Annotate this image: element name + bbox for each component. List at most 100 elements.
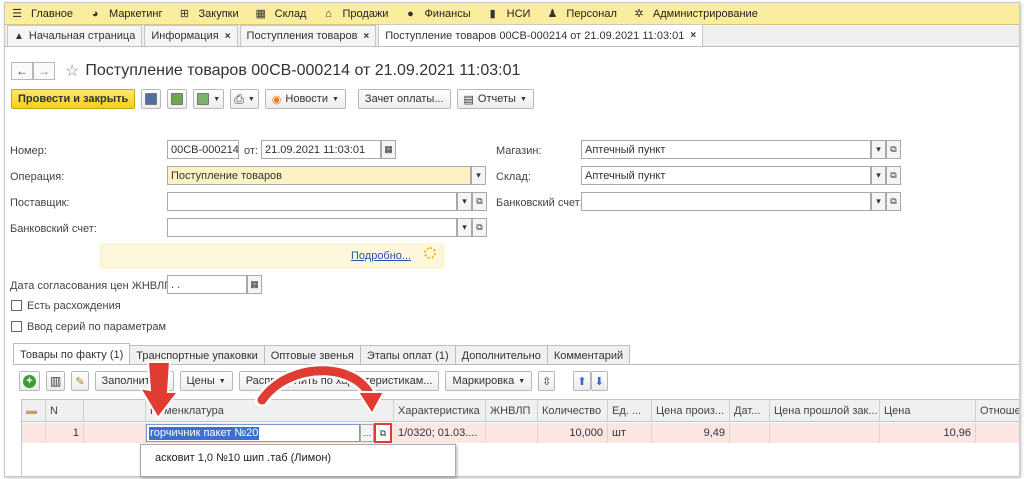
tab-additional[interactable]: Дополнительно (454, 345, 548, 365)
column-header-characteristic[interactable]: Характеристика (394, 400, 486, 422)
barcode-button[interactable]: ▥ (46, 371, 66, 391)
menu-item-7[interactable]: ♟ Персонал (546, 7, 617, 21)
operation-label: Операция: (10, 171, 65, 183)
close-icon[interactable]: × (363, 31, 369, 42)
create-based-on-button[interactable]: ▼ (193, 89, 225, 109)
tab-transport-packages[interactable]: Транспортные упаковки (129, 345, 265, 365)
menu-item-3[interactable]: ▦ Склад (255, 8, 306, 21)
column-header-price[interactable]: Цена (880, 400, 976, 422)
price-date-calendar-button[interactable]: ▦ (247, 275, 262, 294)
tab-receipt-document[interactable]: Поступление товаров 00СВ-000214 от 21.09… (378, 24, 704, 46)
back-button[interactable]: ← (11, 62, 33, 80)
store-open-button[interactable]: ⧉ (886, 140, 901, 159)
column-header-unit[interactable]: Ед. ... (608, 400, 652, 422)
table-row[interactable]: 1 горчичник пакет №20 … ⧉ 1/0320; 01.03.… (22, 423, 1019, 443)
prices-button[interactable]: Цены ▼ (179, 371, 233, 391)
warehouse-icon: ▦ (255, 8, 266, 20)
series-checkbox[interactable] (11, 321, 22, 332)
post-button[interactable] (167, 89, 188, 109)
nomenclature-input[interactable]: горчичник пакет №20 (146, 424, 360, 442)
bank-account-field[interactable] (167, 218, 457, 237)
column-header-last-purchase-price[interactable]: Цена прошлой зак... (770, 400, 880, 422)
warehouse-open-button[interactable]: ⧉ (886, 166, 901, 185)
operation-field[interactable]: Поступление товаров (167, 166, 471, 185)
forward-button[interactable]: → (33, 62, 55, 80)
tab-divider (13, 364, 1019, 365)
column-header-date[interactable]: Дат... (730, 400, 770, 422)
arrow-down-icon: ⬇ (594, 375, 604, 388)
price-date-field[interactable]: . . (167, 275, 247, 294)
warehouse-dropdown-button[interactable]: ▾ (871, 166, 886, 185)
date-field[interactable]: 21.09.2021 11:03:01 (261, 140, 381, 159)
title-row: ← → ☆ Поступление товаров 00СВ-000214 от… (11, 61, 520, 81)
close-icon[interactable]: × (225, 31, 231, 42)
tab-receipts-list[interactable]: Поступления товаров × (239, 25, 377, 46)
tab-information[interactable]: Информация × (144, 25, 238, 46)
nomenclature-open-button[interactable]: ⧉ (374, 423, 392, 443)
print-button[interactable]: ⎙ ▼ (230, 89, 259, 109)
tab-wholesale-links[interactable]: Оптовые звенья (263, 345, 361, 365)
column-header-manufacturer-price[interactable]: Цена произ... (652, 400, 730, 422)
warehouse-field[interactable]: Аптечный пункт (581, 166, 871, 185)
save-icon (145, 93, 158, 105)
row-blank-cell (84, 423, 146, 443)
edit-button[interactable]: ✎ (71, 371, 89, 391)
close-icon[interactable]: × (690, 30, 696, 41)
favorite-star-icon[interactable]: ☆ (65, 61, 79, 81)
chevron-down-icon: ▼ (331, 95, 339, 103)
bank-account-2-open-button[interactable]: ⧉ (886, 192, 901, 211)
menu-item-0[interactable]: ☰ Главное (11, 8, 73, 21)
menu-item-4[interactable]: ⌂ Продажи (322, 8, 388, 20)
bank-account-dropdown-button[interactable]: ▾ (457, 218, 472, 237)
column-header-blank[interactable] (84, 400, 146, 422)
tab-payment-stages[interactable]: Этапы оплат (1) (359, 345, 456, 365)
payment-offset-button[interactable]: Зачет оплаты... (357, 89, 451, 109)
column-header-ratio[interactable]: Отношен (976, 400, 1019, 422)
tab-home[interactable]: ▲ Начальная страница (7, 25, 143, 46)
save-button[interactable] (141, 89, 162, 109)
column-header-vital-drugs[interactable]: ЖНВЛП (486, 400, 538, 422)
menu-item-2[interactable]: ⊞ Закупки (179, 8, 239, 21)
supplier-dropdown-button[interactable]: ▾ (457, 192, 472, 211)
store-dropdown-button[interactable]: ▾ (871, 140, 886, 159)
tab-goods-actual[interactable]: Товары по факту (1) (13, 343, 131, 365)
post-and-close-button[interactable]: Провести и закрыть (11, 89, 136, 109)
column-header-n[interactable]: N (46, 400, 84, 422)
menu-item-label: Продажи (342, 7, 389, 20)
operation-dropdown-button[interactable]: ▾ (471, 166, 486, 185)
details-link[interactable]: Подробно... (351, 250, 411, 262)
fill-button[interactable]: Заполнить ▼ (94, 371, 174, 391)
menu-item-label: Персонал (566, 7, 617, 20)
move-down-button[interactable]: ⬇ (590, 371, 608, 391)
autocomplete-option[interactable]: асковит 1,0 №10 шип .таб (Лимон) (155, 452, 331, 464)
chevron-down-icon: ▼ (218, 377, 226, 385)
open-icon: ⧉ (476, 222, 483, 232)
menu-item-label: Администрирование (652, 7, 758, 20)
menu-item-5[interactable]: ● Финансы (404, 8, 471, 20)
tab-comment[interactable]: Комментарий (546, 345, 631, 365)
bank-account-2-field[interactable] (581, 192, 871, 211)
sort-button[interactable]: ⇳ (538, 371, 556, 391)
calendar-button[interactable]: ▦ (381, 140, 396, 159)
supplier-field[interactable] (167, 192, 457, 211)
number-field[interactable]: 00СВ-000214 (167, 140, 239, 159)
bank-account-2-dropdown-button[interactable]: ▾ (871, 192, 886, 211)
column-header-icon[interactable]: ▬ (22, 400, 46, 422)
marking-button[interactable]: Маркировка ▼ (445, 371, 533, 391)
supplier-open-button[interactable]: ⧉ (472, 192, 487, 211)
barcode-icon: ▥ (50, 374, 62, 388)
column-header-nomenclature[interactable]: Номенклатура (146, 400, 394, 422)
menu-item-1[interactable]: ◕ Маркетинг (89, 8, 163, 20)
move-up-button[interactable]: ⬆ (573, 371, 591, 391)
discrepancy-checkbox[interactable] (11, 300, 22, 311)
reports-button[interactable]: ▤ Отчеты ▼ (456, 89, 534, 109)
menu-item-6[interactable]: ▮ НСИ (487, 8, 531, 21)
menu-item-8[interactable]: ✲ Администрирование (633, 7, 758, 21)
distribute-button[interactable]: Распределить по характеристикам... (238, 371, 440, 391)
add-row-button[interactable]: + (19, 371, 40, 391)
news-button[interactable]: ◉ Новости ▼ (264, 89, 346, 109)
store-field[interactable]: Аптечный пункт (581, 140, 871, 159)
column-header-quantity[interactable]: Количество (538, 400, 608, 422)
bank-account-open-button[interactable]: ⧉ (472, 218, 487, 237)
nomenclature-choose-button[interactable]: … (360, 424, 374, 442)
